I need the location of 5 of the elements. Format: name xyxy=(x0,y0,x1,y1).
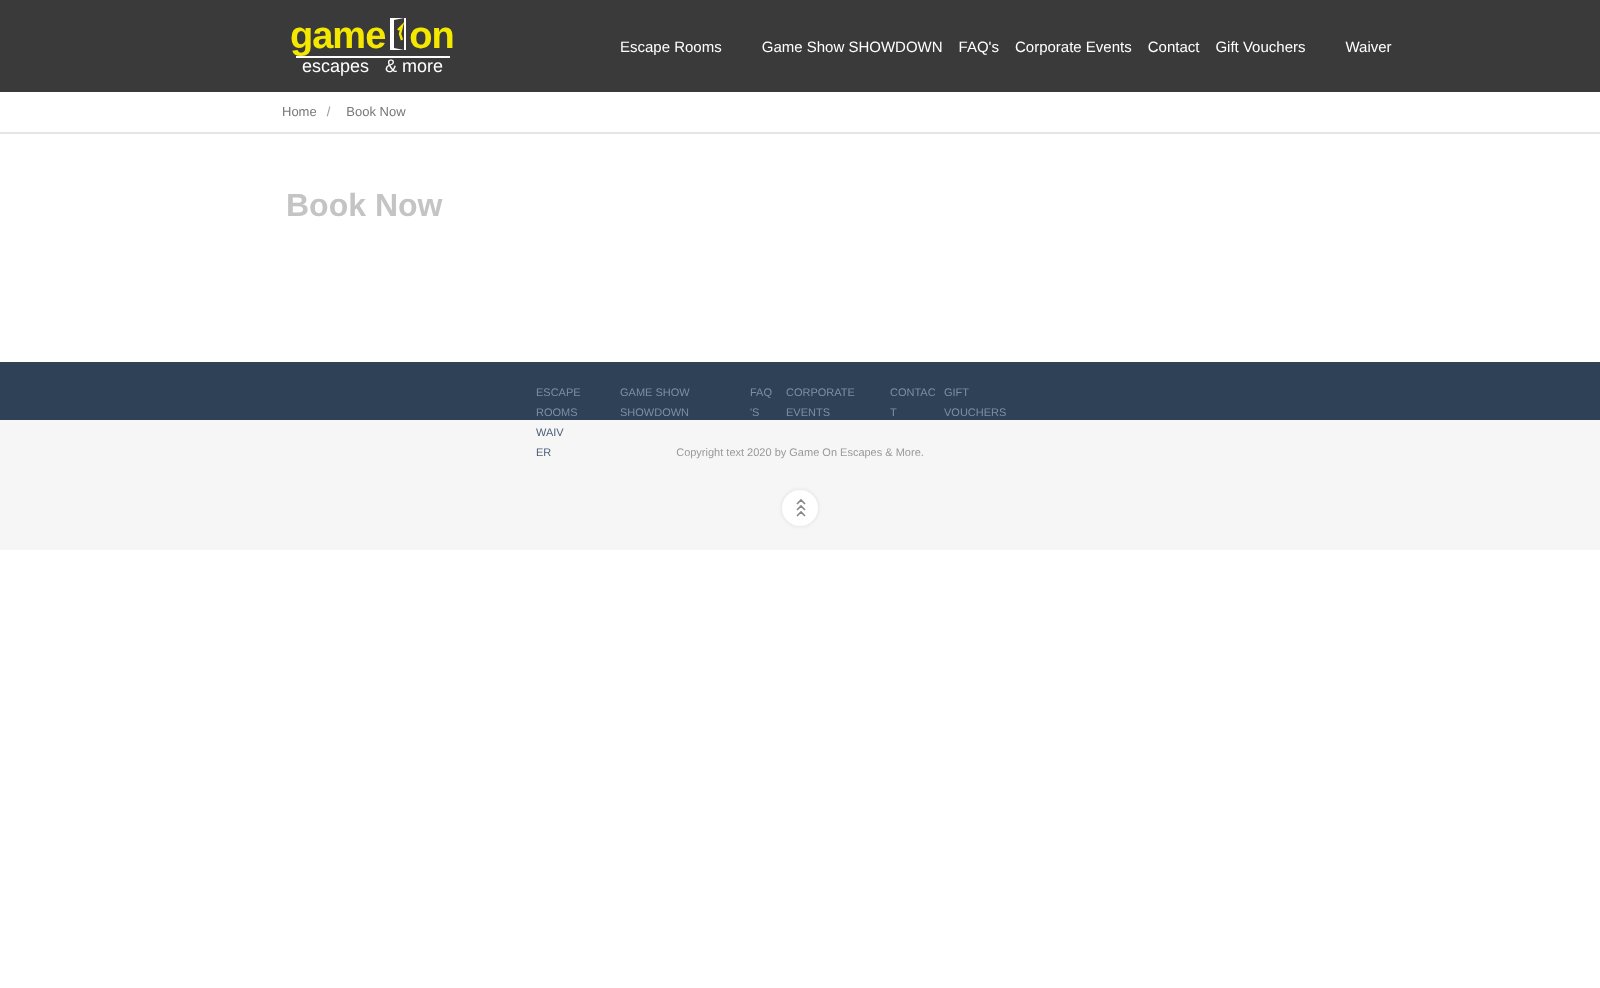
logo[interactable]: game on escapes & more xyxy=(290,16,462,76)
door-icon xyxy=(387,16,408,52)
scroll-top-button[interactable] xyxy=(782,490,818,526)
chevrons-up-icon xyxy=(795,498,805,518)
page-title: Book Now xyxy=(286,190,445,226)
